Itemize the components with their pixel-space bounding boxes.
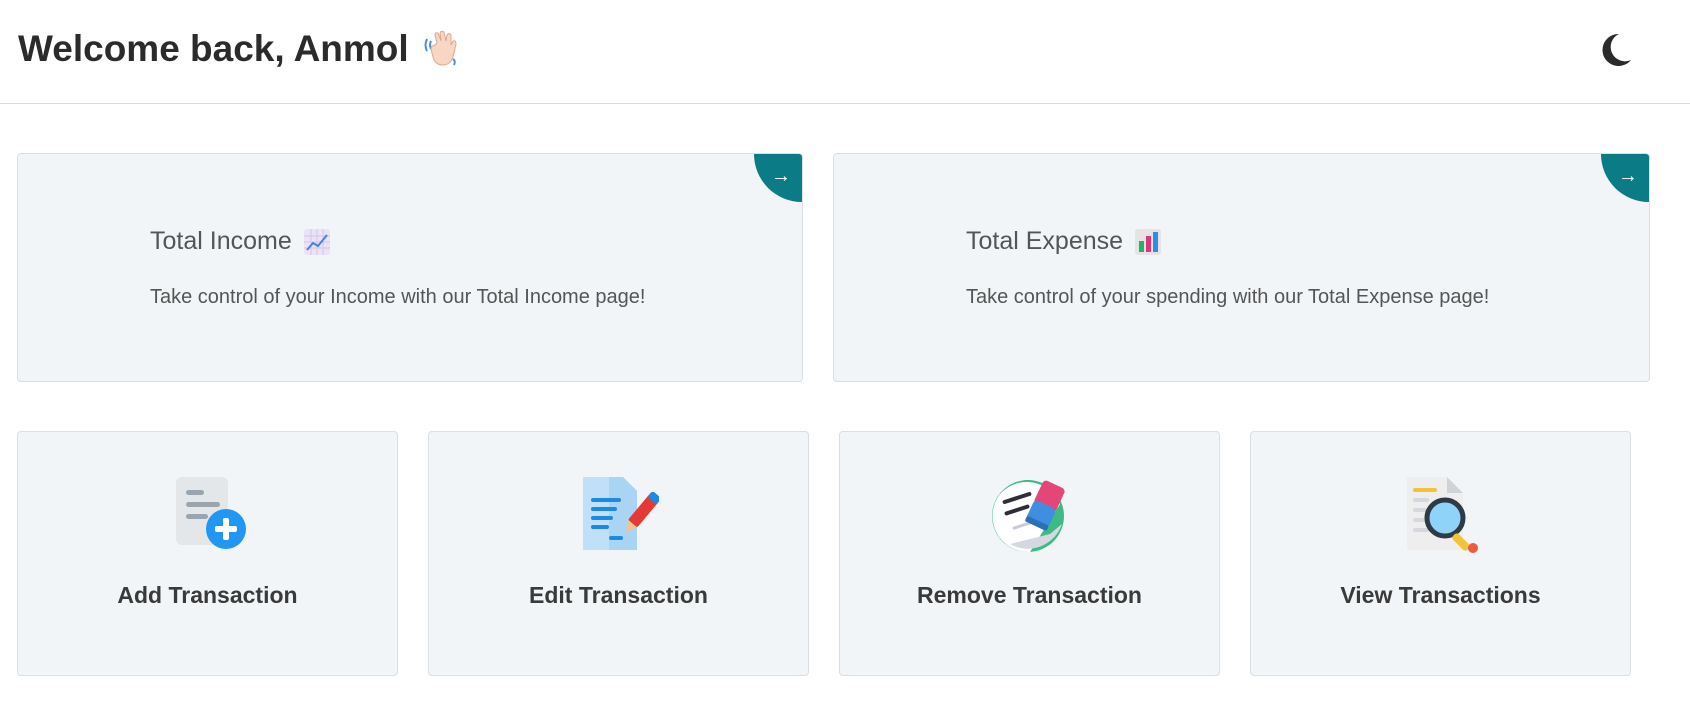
income-title: Total Income <box>150 227 330 256</box>
welcome-text: Welcome back, Anmol <box>18 28 409 69</box>
arrow-right-icon: → <box>1618 164 1638 187</box>
bar-chart-icon <box>1135 228 1162 255</box>
edit-transaction-label: Edit Transaction <box>529 582 708 608</box>
income-arrow-button[interactable]: → <box>754 154 802 202</box>
search-document-icon <box>1401 474 1481 554</box>
income-title-text: Total Income <box>150 227 292 255</box>
welcome-heading: Welcome back, Anmol <box>18 28 461 70</box>
chart-increasing-icon <box>303 228 330 255</box>
income-description: Take control of your Income with our Tot… <box>150 286 646 308</box>
total-income-card[interactable]: → Total Income Take control of your Inco… <box>17 153 803 382</box>
expense-title: Total Expense <box>966 227 1162 256</box>
add-transaction-card[interactable]: Add Transaction <box>17 431 398 676</box>
theme-toggle-button[interactable] <box>1597 30 1637 70</box>
expense-arrow-button[interactable]: → <box>1601 154 1649 202</box>
waving-hand-icon <box>423 29 461 69</box>
arrow-right-icon: → <box>771 164 791 187</box>
moon-icon <box>1602 33 1631 66</box>
edit-document-icon <box>579 474 660 554</box>
expense-title-text: Total Expense <box>966 227 1124 255</box>
remove-transaction-label: Remove Transaction <box>917 582 1142 608</box>
remove-transaction-card[interactable]: Remove Transaction <box>839 431 1220 676</box>
total-expense-card[interactable]: → Total Expense Take control of your spe… <box>833 153 1650 382</box>
view-transactions-label: View Transactions <box>1340 582 1541 608</box>
add-document-icon <box>168 474 248 554</box>
eraser-icon <box>990 474 1070 554</box>
edit-transaction-card[interactable]: Edit Transaction <box>428 431 809 676</box>
view-transactions-card[interactable]: View Transactions <box>1250 431 1631 676</box>
top-header: Welcome back, Anmol <box>0 0 1690 104</box>
add-transaction-label: Add Transaction <box>117 582 298 608</box>
expense-description: Take control of your spending with our T… <box>966 286 1490 308</box>
